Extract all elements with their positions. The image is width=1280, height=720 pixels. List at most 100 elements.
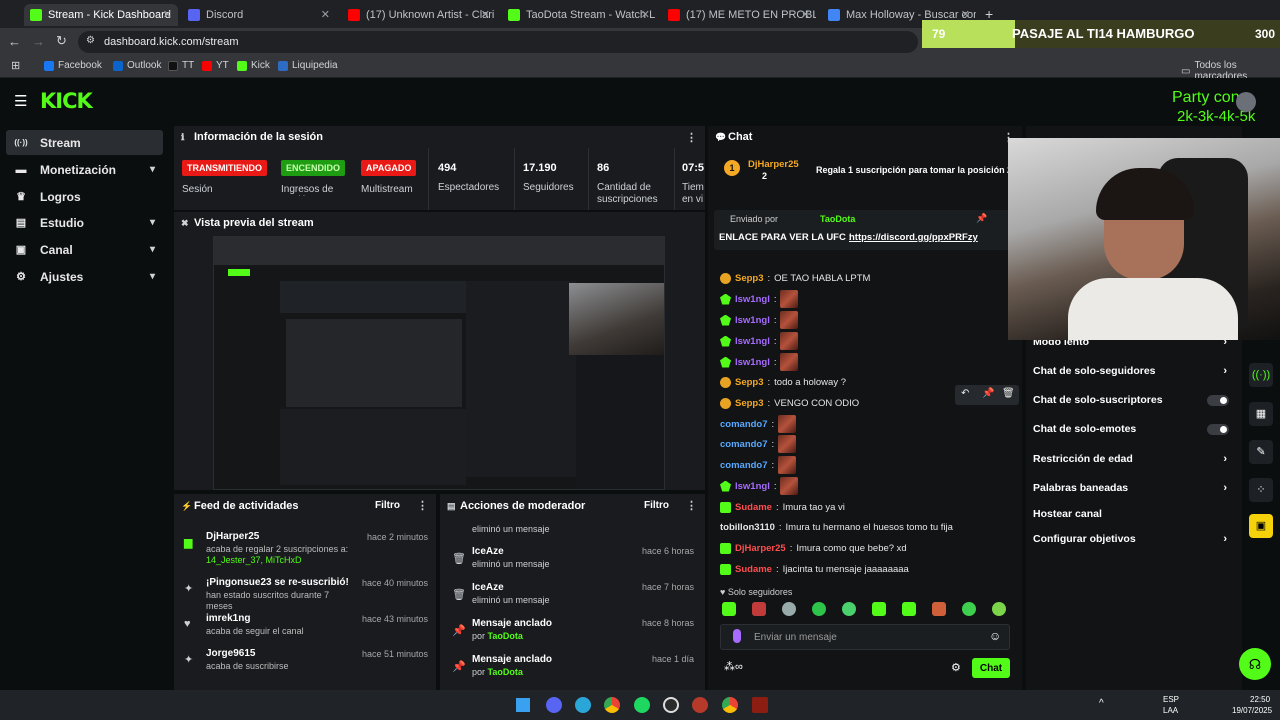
gear-icon[interactable]: ⚙ <box>951 661 961 674</box>
kick-logo[interactable]: KICK <box>40 89 93 113</box>
sidebar-item-monetizacion[interactable]: ▬ Monetización ▾ <box>6 157 163 182</box>
more-options-icon[interactable]: ⋮ <box>686 131 697 144</box>
clock-time[interactable]: 22:50 <box>1250 695 1270 704</box>
url-bar[interactable]: ⚙ dashboard.kick.com/stream <box>78 31 918 53</box>
toggle-switch[interactable] <box>1207 394 1229 406</box>
chat-username[interactable]: lsw1ngl <box>735 336 770 347</box>
chat-message[interactable]: Sudame: Imura tao ya vi <box>720 497 845 517</box>
chat-username[interactable]: Sepp3 <box>735 398 764 409</box>
pin-icon[interactable]: 📌 <box>982 388 994 399</box>
chat-setting-item[interactable]: Configurar objetivos › <box>1033 529 1233 549</box>
windows-start-icon[interactable] <box>516 698 530 712</box>
mod-filter-button[interactable]: Filtro <box>644 500 669 511</box>
forward-icon[interactable]: → <box>32 34 45 49</box>
emoji-icon[interactable]: ☺ <box>989 629 1001 643</box>
chat-message[interactable]: Sudame: Ijacinta tu mensaje jaaaaaaaa <box>720 559 909 579</box>
chat-message[interactable]: comando7: <box>720 455 797 475</box>
chrome-taskbar-icon[interactable] <box>604 697 620 713</box>
bookmark-liquipedia[interactable]: Liquipedia <box>278 60 338 71</box>
chat-username[interactable]: DjHarper25 <box>735 543 786 554</box>
chat-username[interactable]: lsw1ngl <box>735 481 770 492</box>
mic-icon[interactable] <box>733 629 741 643</box>
stream-preview-video[interactable] <box>213 236 665 490</box>
chat-setting-item[interactable]: Chat de solo-seguidores › <box>1033 361 1233 381</box>
send-chat-button[interactable]: Chat <box>972 658 1010 678</box>
game-taskbar-icon[interactable] <box>692 697 708 713</box>
chat-username[interactable]: Sudame <box>735 564 772 575</box>
dota-taskbar-icon[interactable] <box>752 697 768 713</box>
clock-date[interactable]: 19/07/2025 <box>1232 706 1272 715</box>
emote[interactable] <box>842 602 856 616</box>
chat-setting-item[interactable]: Hostear canal <box>1033 504 1233 524</box>
reply-icon[interactable]: ↶ <box>961 388 969 399</box>
bookmark-kick[interactable]: Kick <box>237 60 270 71</box>
site-info-icon[interactable]: ⚙ <box>86 35 95 46</box>
apps-icon[interactable]: ⊞ <box>11 59 20 72</box>
gift-prompt[interactable]: Regala 1 suscripción para tomar la posic… <box>816 165 1012 175</box>
chat-message[interactable]: Sepp3: OE TAO HABLA LPTM <box>720 268 870 288</box>
rail-broadcast-button[interactable]: ((·)) <box>1249 363 1273 387</box>
chat-username[interactable]: lsw1ngl <box>735 357 770 368</box>
emote[interactable] <box>812 602 826 616</box>
bookmark-facebook[interactable]: Facebook <box>44 60 102 71</box>
chat-message[interactable]: lsw1ngl: <box>720 331 799 351</box>
sidebar-item-canal[interactable]: ▣ Canal ▾ <box>6 237 163 262</box>
chat-message[interactable]: lsw1ngl: <box>720 289 799 309</box>
edge-taskbar-icon[interactable] <box>575 697 591 713</box>
sidebar-item-stream[interactable]: ((·)) Stream <box>6 130 163 155</box>
more-options-icon[interactable]: ⋮ <box>417 499 428 512</box>
chat-username[interactable]: Sudame <box>735 502 772 513</box>
emote[interactable] <box>752 602 766 616</box>
close-tab-icon[interactable]: ✕ <box>481 8 490 21</box>
emote[interactable] <box>902 602 916 616</box>
back-icon[interactable]: ← <box>8 34 21 49</box>
emote[interactable] <box>782 602 796 616</box>
chrome-taskbar-icon[interactable] <box>722 697 738 713</box>
sidebar-item-estudio[interactable]: ▤ Estudio ▾ <box>6 210 163 235</box>
chat-username[interactable]: comando7 <box>720 439 768 450</box>
chat-message[interactable]: tobillon3110: Imura tu hermano el huesos … <box>720 517 953 537</box>
lang-indicator[interactable]: ESP <box>1163 695 1179 704</box>
feed-filter-button[interactable]: Filtro <box>375 500 400 511</box>
discord-taskbar-icon[interactable] <box>546 697 562 713</box>
browser-tab[interactable]: Stream - Kick Dashboard ✕ <box>24 4 178 26</box>
browser-tab[interactable]: Discord ✕ <box>182 4 336 26</box>
chat-message[interactable]: lsw1ngl: <box>720 352 799 372</box>
emote[interactable] <box>992 602 1006 616</box>
support-button[interactable]: ☊ <box>1239 648 1271 680</box>
chat-input[interactable]: Enviar un mensaje ☺ <box>720 624 1010 650</box>
region-indicator[interactable]: LAA <box>1163 706 1178 715</box>
browser-tab[interactable]: (17) ME METO EN PROBLEMAS✕ <box>662 4 816 26</box>
emote[interactable] <box>872 602 886 616</box>
bookmark-yt[interactable]: YT <box>202 60 229 71</box>
browser-tab[interactable]: TaoDota Stream - Watch Live o✕ <box>502 4 656 26</box>
rail-layout-button[interactable]: ▦ <box>1249 402 1273 426</box>
chat-setting-item[interactable]: Restricción de edad › <box>1033 449 1233 469</box>
emote[interactable] <box>722 602 736 616</box>
chat-message[interactable]: comando7: <box>720 434 797 454</box>
emote[interactable] <box>932 602 946 616</box>
close-tab-icon[interactable]: ✕ <box>163 8 172 21</box>
bookmark-tt[interactable]: TT <box>168 60 194 71</box>
rail-tools-button[interactable]: ✎ <box>1249 440 1273 464</box>
chat-message[interactable]: comando7: <box>720 414 797 434</box>
pinned-link[interactable]: https://discord.gg/ppxPRFzy <box>849 232 978 243</box>
hamburger-menu-icon[interactable]: ☰ <box>14 92 27 110</box>
bookmark-outlook[interactable]: Outlook <box>113 60 161 71</box>
chat-username[interactable]: tobillon3110 <box>720 522 775 533</box>
emote[interactable] <box>962 602 976 616</box>
chat-username[interactable]: comando7 <box>720 460 768 471</box>
chat-message[interactable]: Sepp3: VENGO CON ODIO <box>720 393 859 413</box>
toggle-switch[interactable] <box>1207 423 1229 435</box>
reload-icon[interactable]: ↻ <box>56 33 67 49</box>
pin-icon[interactable]: 📌 <box>976 213 987 224</box>
chat-message[interactable]: DjHarper25: Imura como que bebe? xd <box>720 538 907 558</box>
obs-taskbar-icon[interactable] <box>663 697 679 713</box>
chat-username[interactable]: Sepp3 <box>735 377 764 388</box>
close-tab-icon[interactable]: ✕ <box>641 8 650 21</box>
chat-setting-item[interactable]: Chat de solo-emotes <box>1033 419 1233 439</box>
chat-message[interactable]: Sepp3: todo a holoway ? <box>720 372 846 392</box>
sidebar-item-logros[interactable]: ♛ Logros <box>6 184 163 209</box>
chat-setting-item[interactable]: Chat de solo-suscriptores <box>1033 390 1233 410</box>
more-options-icon[interactable]: ⋮ <box>686 499 697 512</box>
